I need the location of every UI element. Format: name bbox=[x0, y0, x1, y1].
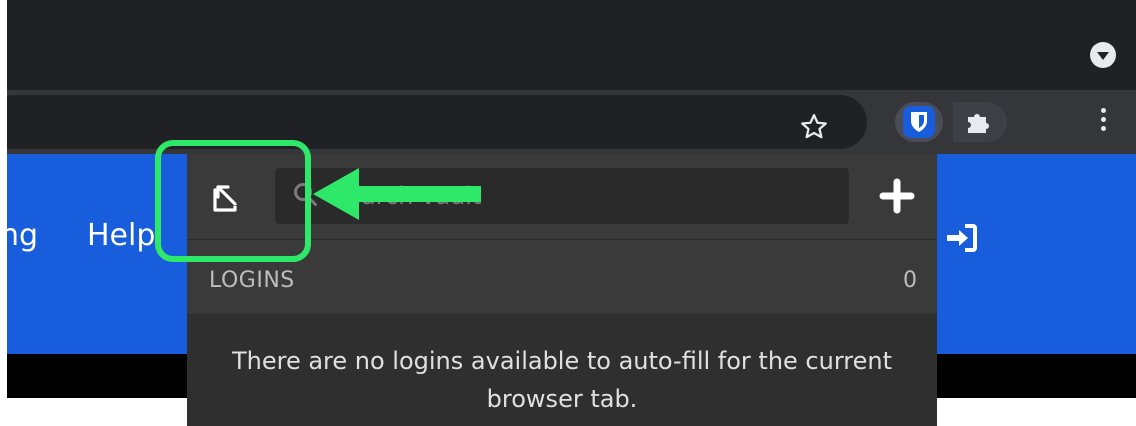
profile-dropdown-button[interactable] bbox=[1090, 42, 1116, 68]
bitwarden-extension-button[interactable] bbox=[895, 102, 943, 142]
section-title: LOGINS bbox=[209, 268, 295, 293]
arrow-left-icon bbox=[313, 168, 481, 220]
extensions-button[interactable] bbox=[953, 102, 1007, 142]
empty-state-message: There are no logins available to auto-fi… bbox=[231, 347, 893, 413]
bitwarden-shield-icon bbox=[903, 106, 935, 138]
section-count: 0 bbox=[903, 268, 917, 293]
login-icon[interactable] bbox=[943, 222, 979, 254]
highlight-box bbox=[155, 140, 311, 262]
address-bar[interactable] bbox=[7, 95, 867, 149]
star-icon[interactable] bbox=[799, 112, 829, 142]
plus-icon[interactable] bbox=[877, 176, 917, 216]
browser-window: ng Help LOGINS 0 There are no logins ava… bbox=[7, 0, 1136, 426]
puzzle-icon bbox=[968, 114, 989, 133]
title-bar bbox=[7, 0, 1136, 90]
nav-link-partial[interactable]: ng bbox=[7, 218, 38, 253]
nav-link-help[interactable]: Help bbox=[87, 218, 155, 253]
kebab-menu-icon[interactable] bbox=[1101, 108, 1107, 136]
